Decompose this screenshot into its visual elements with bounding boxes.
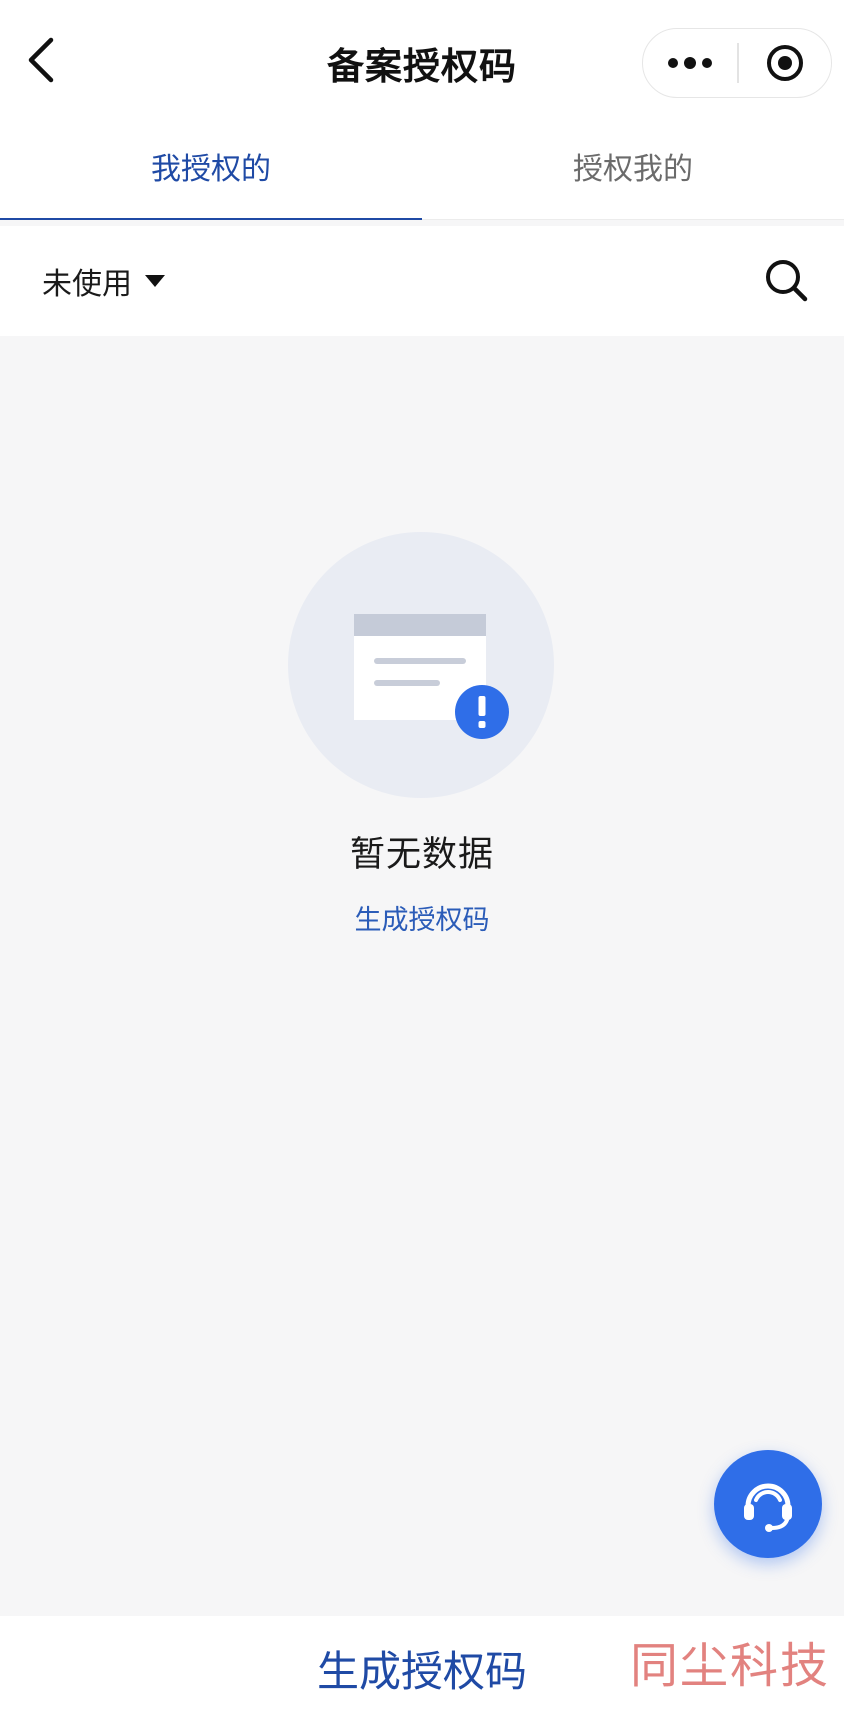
customer-service-icon xyxy=(744,1483,792,1532)
dropdown-triangle-icon xyxy=(145,275,165,287)
watermark-text: 同尘科技 xyxy=(629,1638,830,1694)
bottom-action-bar: 生成授权码 同尘科技 xyxy=(0,1616,844,1718)
page: 备案授权码 我授权的 授权我的 未使用 暂无数据 生成授权码 生成授权码 同尘科… xyxy=(0,0,844,1718)
tab-authorized-by-me[interactable]: 我授权的 xyxy=(0,112,422,220)
filter-bar: 未使用 xyxy=(0,226,844,336)
empty-message: 暂无数据 xyxy=(349,835,494,875)
status-filter-value: 未使用 xyxy=(42,267,132,302)
close-button[interactable] xyxy=(739,29,832,97)
more-icon xyxy=(668,57,712,69)
nav-bar: 备案授权码 xyxy=(0,0,844,112)
empty-document-icon xyxy=(288,532,554,798)
mini-program-capsule xyxy=(642,28,832,98)
tab-bar: 我授权的 授权我的 xyxy=(0,112,844,220)
status-filter-dropdown[interactable]: 未使用 xyxy=(42,256,166,306)
search-icon xyxy=(766,260,808,302)
empty-state: 暂无数据 生成授权码 xyxy=(0,336,844,1616)
search-button[interactable] xyxy=(758,252,814,308)
tab-authorized-to-me[interactable]: 授权我的 xyxy=(422,112,844,219)
close-circle-icon xyxy=(766,45,803,81)
customer-service-button[interactable] xyxy=(714,1450,822,1558)
more-button[interactable] xyxy=(643,29,737,97)
generate-code-link[interactable]: 生成授权码 xyxy=(0,898,844,937)
